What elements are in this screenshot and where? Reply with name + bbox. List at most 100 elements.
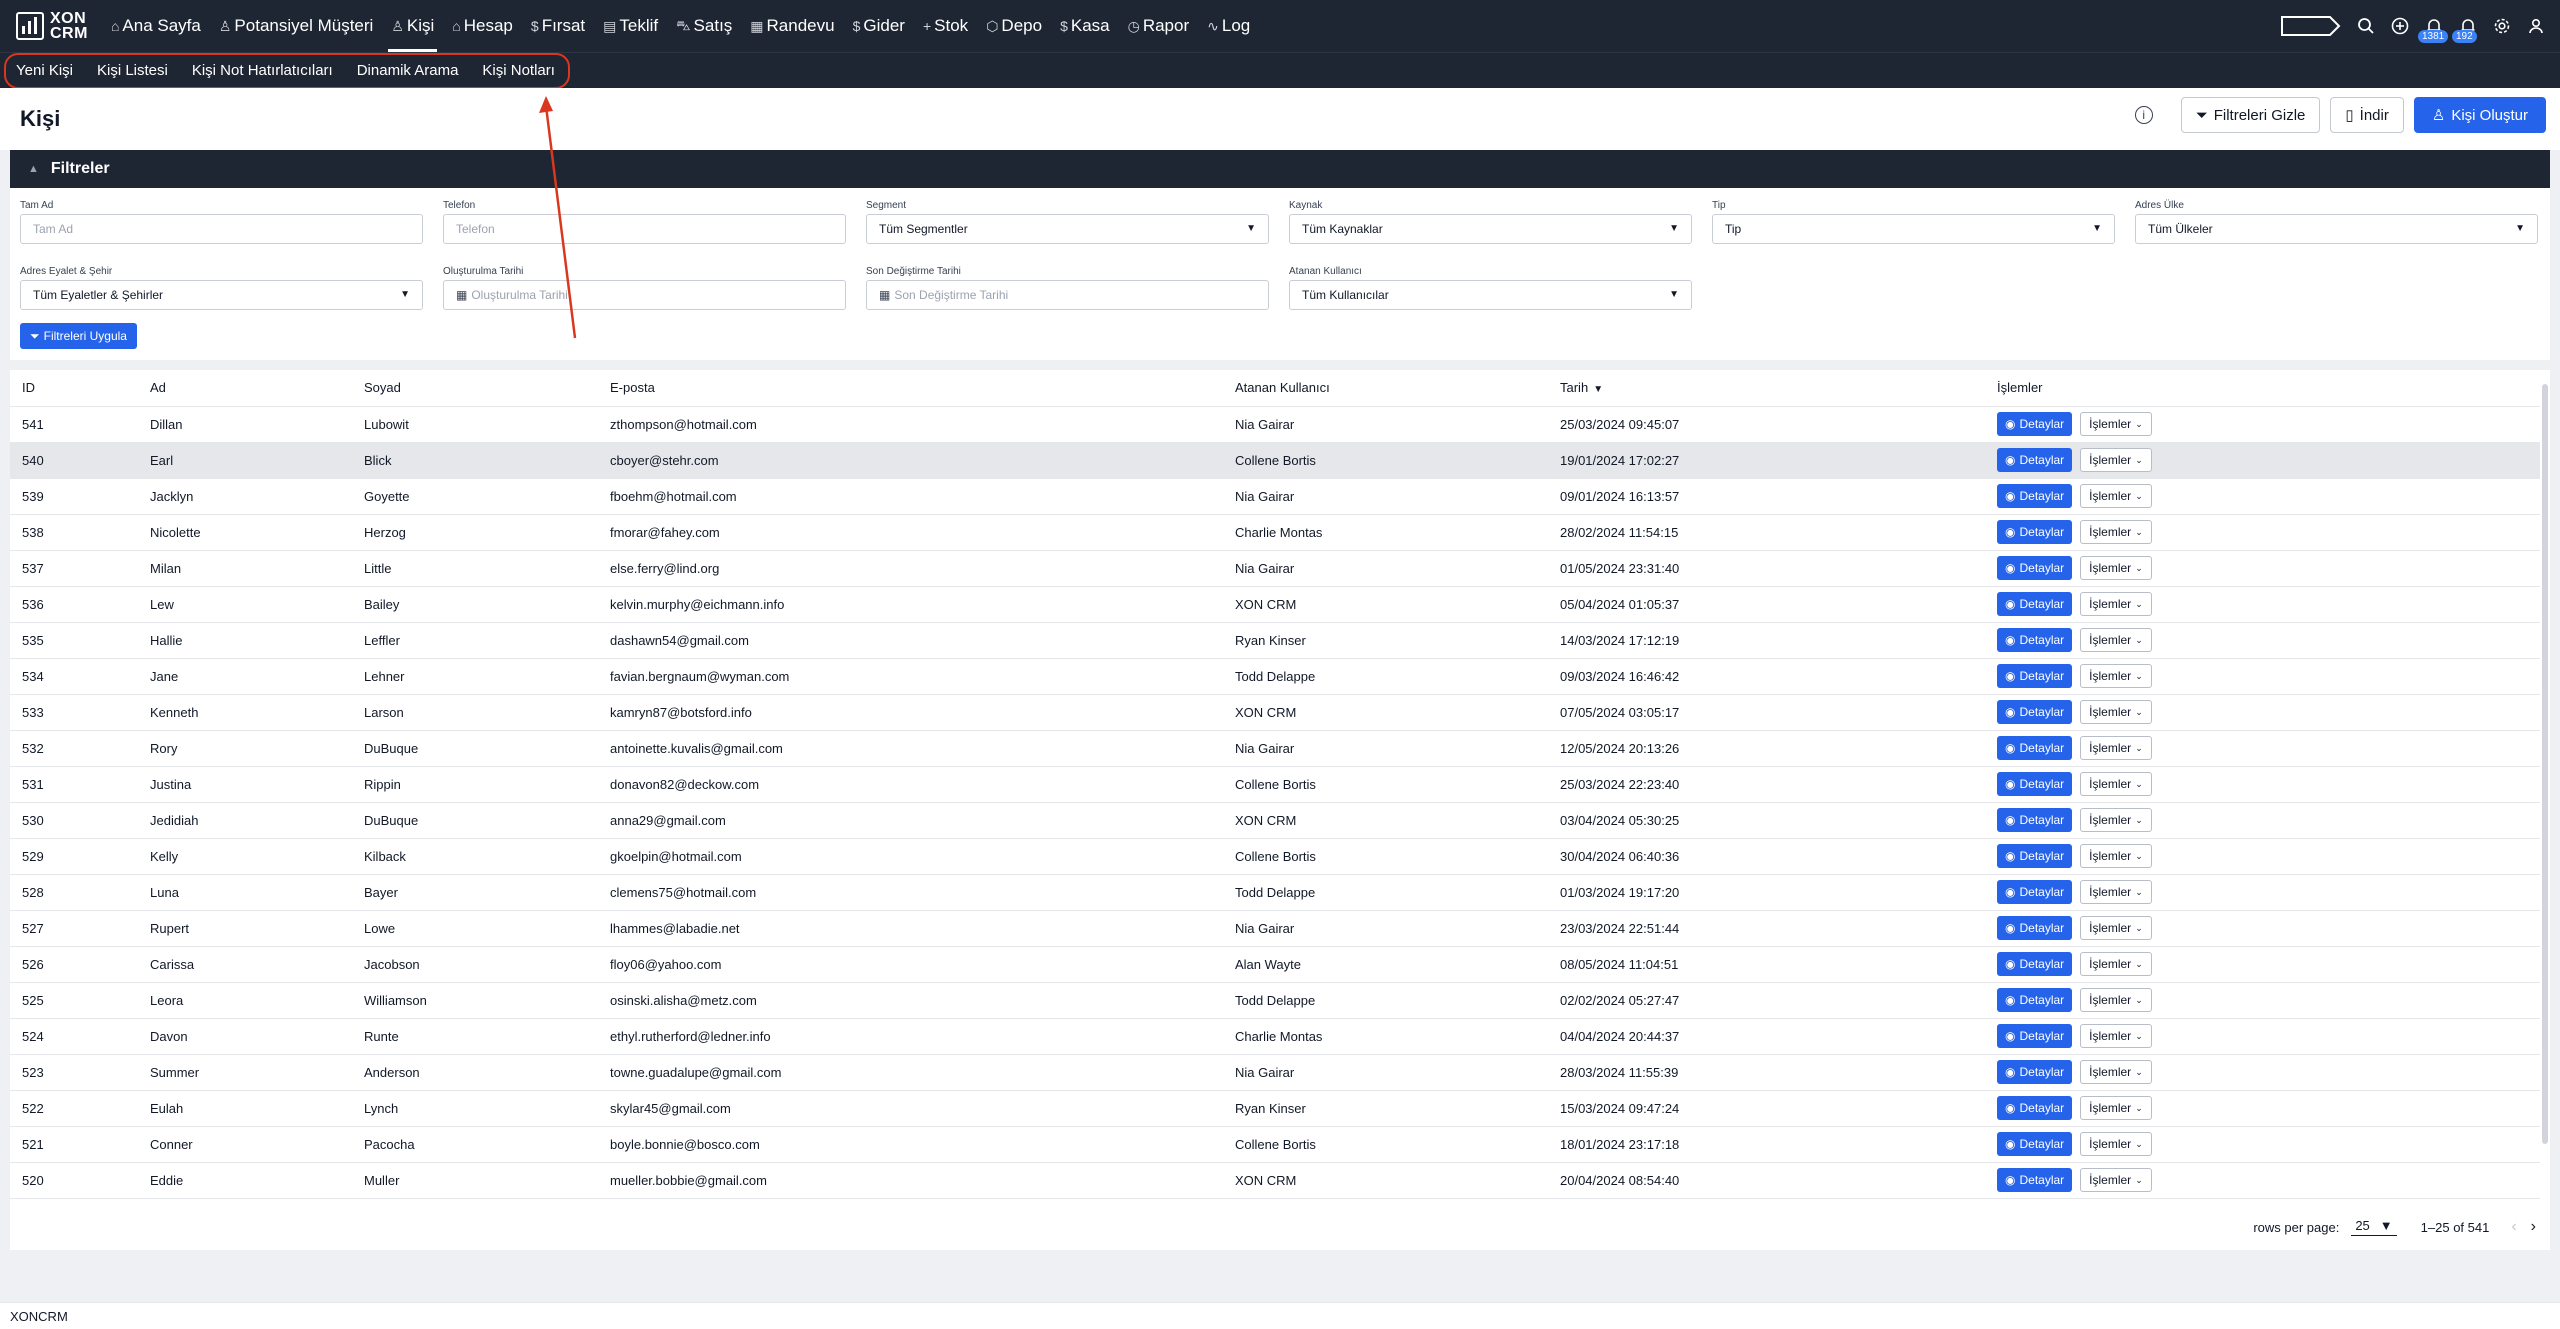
assigned-user-select[interactable]: Tüm Kullanıcılar ▼: [1289, 280, 1692, 310]
modified-date-input[interactable]: ▦ Son Değiştirme Tarihi: [866, 280, 1269, 310]
details-button[interactable]: ◉ Detaylar: [1997, 520, 2073, 544]
table-row[interactable]: 535 Hallie Leffler dashawn54@gmail.com Ryan …: [10, 622, 2540, 659]
details-button[interactable]: ◉ Detaylar: [1997, 1060, 2073, 1084]
actions-dropdown-button[interactable]: İşlemler ⌄: [2080, 916, 2152, 940]
details-button[interactable]: ◉ Detaylar: [1997, 988, 2073, 1012]
actions-dropdown-button[interactable]: İşlemler ⌄: [2080, 988, 2152, 1012]
actions-dropdown-button[interactable]: İşlemler ⌄: [2080, 880, 2152, 904]
nav-item-4[interactable]: $ Fırsat: [522, 0, 594, 52]
source-select[interactable]: Tüm Kaynaklar ▼: [1289, 214, 1692, 244]
download-button[interactable]: ▯ İndir: [2330, 97, 2404, 133]
created-date-input[interactable]: ▦ Oluşturulma Tarihi: [443, 280, 846, 310]
details-button[interactable]: ◉ Detaylar: [1997, 556, 2073, 580]
table-row[interactable]: 524 Davon Runte ethyl.rutherford@ledner.inf…: [10, 1018, 2540, 1055]
actions-dropdown-button[interactable]: İşlemler ⌄: [2080, 772, 2152, 796]
actions-dropdown-button[interactable]: İşlemler ⌄: [2080, 844, 2152, 868]
actions-dropdown-button[interactable]: İşlemler ⌄: [2080, 1168, 2152, 1192]
phone-input[interactable]: Telefon: [443, 214, 846, 244]
table-row[interactable]: 522 Eulah Lynch skylar45@gmail.com Ryan Kins…: [10, 1090, 2540, 1127]
actions-dropdown-button[interactable]: İşlemler ⌄: [2080, 808, 2152, 832]
table-row[interactable]: 540 Earl Blick cboyer@stehr.com Collene Bort…: [10, 442, 2540, 479]
subnav-item-0[interactable]: Yeni Kişi: [0, 62, 85, 79]
details-button[interactable]: ◉ Detaylar: [1997, 628, 2073, 652]
actions-dropdown-button[interactable]: İşlemler ⌄: [2080, 664, 2152, 688]
nav-item-7[interactable]: ▦ Randevu: [741, 0, 843, 52]
country-select[interactable]: Tüm Ülkeler ▼: [2135, 214, 2538, 244]
column-header-3[interactable]: E-posta: [598, 370, 1223, 407]
full-name-input[interactable]: Tam Ad: [20, 214, 423, 244]
column-header-6[interactable]: İşlemler: [1985, 370, 2540, 407]
actions-dropdown-button[interactable]: İşlemler ⌄: [2080, 1132, 2152, 1156]
column-header-5[interactable]: Tarih ▼: [1548, 370, 1985, 407]
next-page-icon[interactable]: ›: [2531, 1218, 2536, 1236]
arrow-right-icon[interactable]: [2280, 14, 2342, 38]
table-row[interactable]: 527 Rupert Lowe lhammes@labadie.net Nia Gair…: [10, 910, 2540, 947]
column-header-2[interactable]: Soyad: [352, 370, 598, 407]
actions-dropdown-button[interactable]: İşlemler ⌄: [2080, 412, 2152, 436]
table-row[interactable]: 529 Kelly Kilback gkoelpin@hotmail.com Colle…: [10, 838, 2540, 875]
user-profile-icon[interactable]: [2526, 16, 2546, 36]
details-button[interactable]: ◉ Detaylar: [1997, 736, 2073, 760]
details-button[interactable]: ◉ Detaylar: [1997, 1168, 2073, 1192]
actions-dropdown-button[interactable]: İşlemler ⌄: [2080, 1096, 2152, 1120]
table-row[interactable]: 528 Luna Bayer clemens75@hotmail.com Todd De…: [10, 874, 2540, 911]
actions-dropdown-button[interactable]: İşlemler ⌄: [2080, 556, 2152, 580]
segment-select[interactable]: Tüm Segmentler ▼: [866, 214, 1269, 244]
settings-gear-icon[interactable]: [2492, 16, 2512, 36]
column-header-4[interactable]: Atanan Kullanıcı: [1223, 370, 1548, 407]
search-icon[interactable]: [2356, 16, 2376, 36]
add-circle-icon[interactable]: [2390, 16, 2410, 36]
messages-bell-icon[interactable]: 192: [2452, 16, 2478, 43]
subnav-item-1[interactable]: Kişi Listesi: [85, 62, 180, 79]
actions-dropdown-button[interactable]: İşlemler ⌄: [2080, 520, 2152, 544]
nav-item-1[interactable]: ♙ Potansiyel Müşteri: [210, 0, 382, 52]
details-button[interactable]: ◉ Detaylar: [1997, 1024, 2073, 1048]
details-button[interactable]: ◉ Detaylar: [1997, 952, 2073, 976]
filters-header[interactable]: ▲ Filtreler: [10, 150, 2550, 188]
actions-dropdown-button[interactable]: İşlemler ⌄: [2080, 628, 2152, 652]
details-button[interactable]: ◉ Detaylar: [1997, 1132, 2073, 1156]
details-button[interactable]: ◉ Detaylar: [1997, 664, 2073, 688]
nav-item-2[interactable]: ♙ Kişi: [382, 0, 443, 52]
nav-item-11[interactable]: $ Kasa: [1051, 0, 1119, 52]
apply-filters-button[interactable]: ⏷ Filtreleri Uygula: [20, 323, 137, 349]
actions-dropdown-button[interactable]: İşlemler ⌄: [2080, 952, 2152, 976]
table-row[interactable]: 526 Carissa Jacobson floy06@yahoo.com Alan W…: [10, 946, 2540, 983]
table-row[interactable]: 525 Leora Williamson osinski.alisha@metz.co…: [10, 982, 2540, 1019]
nav-item-9[interactable]: + Stok: [914, 0, 977, 52]
table-row[interactable]: 521 Conner Pacocha boyle.bonnie@bosco.com Co…: [10, 1126, 2540, 1163]
app-logo[interactable]: XON CRM: [16, 11, 88, 42]
nav-item-3[interactable]: ⌂ Hesap: [443, 0, 522, 52]
actions-dropdown-button[interactable]: İşlemler ⌄: [2080, 1024, 2152, 1048]
table-row[interactable]: 541 Dillan Lubowit zthompson@hotmail.com Nia…: [10, 406, 2540, 443]
table-row[interactable]: 536 Lew Bailey kelvin.murphy@eichmann.info X…: [10, 586, 2540, 623]
details-button[interactable]: ◉ Detaylar: [1997, 592, 2073, 616]
table-row[interactable]: 523 Summer Anderson towne.guadalupe@gmail.c…: [10, 1054, 2540, 1091]
actions-dropdown-button[interactable]: İşlemler ⌄: [2080, 700, 2152, 724]
hide-filters-button[interactable]: ⏷ Filtreleri Gizle: [2180, 97, 2321, 133]
nav-item-12[interactable]: ◷ Rapor: [1119, 0, 1199, 52]
rows-per-page-select[interactable]: 25 ▼: [2351, 1218, 2397, 1236]
info-icon[interactable]: i: [2134, 106, 2153, 124]
type-select[interactable]: Tip ▼: [1712, 214, 2115, 244]
nav-item-10[interactable]: ⬡ Depo: [977, 0, 1051, 52]
table-row[interactable]: 531 Justina Rippin donavon82@deckow.com Coll…: [10, 766, 2540, 803]
create-contact-button[interactable]: ♙ Kişi Oluştur: [2413, 97, 2546, 133]
details-button[interactable]: ◉ Detaylar: [1997, 916, 2073, 940]
table-row[interactable]: 538 Nicolette Herzog fmorar@fahey.com Charli…: [10, 514, 2540, 551]
table-row[interactable]: 537 Milan Little else.ferry@lind.org Nia Gai…: [10, 550, 2540, 587]
details-button[interactable]: ◉ Detaylar: [1997, 880, 2073, 904]
table-row[interactable]: 520 Eddie Muller mueller.bobbie@gmail.com XO…: [10, 1162, 2540, 1199]
table-row[interactable]: 534 Jane Lehner favian.bergnaum@wyman.com To…: [10, 658, 2540, 695]
nav-item-5[interactable]: ▤ Teklif: [594, 0, 667, 52]
actions-dropdown-button[interactable]: İşlemler ⌄: [2080, 448, 2152, 472]
details-button[interactable]: ◉ Detaylar: [1997, 1096, 2073, 1120]
details-button[interactable]: ◉ Detaylar: [1997, 700, 2073, 724]
nav-item-0[interactable]: ⌂ Ana Sayfa: [102, 0, 210, 52]
subnav-item-3[interactable]: Dinamik Arama: [345, 62, 471, 79]
details-button[interactable]: ◉ Detaylar: [1997, 448, 2073, 472]
details-button[interactable]: ◉ Detaylar: [1997, 808, 2073, 832]
subnav-item-4[interactable]: Kişi Notları: [470, 62, 567, 79]
nav-item-6[interactable]: ⛍ Satış: [667, 0, 741, 52]
subnav-item-2[interactable]: Kişi Not Hatırlatıcıları: [180, 62, 345, 79]
